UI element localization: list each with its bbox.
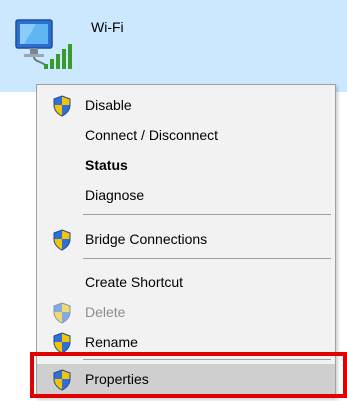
menu-item-properties[interactable]: Properties <box>37 364 335 394</box>
uac-shield-icon <box>52 95 72 117</box>
adapter-name: Wi-Fi <box>91 19 124 35</box>
menu-item-label: Connect / Disconnect <box>85 127 219 143</box>
menu-separator <box>83 359 331 360</box>
uac-shield-icon <box>52 302 72 324</box>
menu-item-label: Status <box>85 157 128 173</box>
menu-item-label: Rename <box>85 334 138 350</box>
menu-item-disable[interactable]: Disable <box>37 90 335 120</box>
menu-item-bridge-connections[interactable]: Bridge Connections <box>37 224 335 254</box>
uac-shield-icon <box>52 229 72 251</box>
menu-separator <box>83 214 331 215</box>
menu-item-label: Diagnose <box>85 187 145 203</box>
menu-item-diagnose[interactable]: Diagnose <box>37 180 335 210</box>
menu-item-delete[interactable]: Delete <box>37 297 335 327</box>
context-menu: Disable Connect / Disconnect Status Diag… <box>36 84 336 398</box>
menu-item-create-shortcut[interactable]: Create Shortcut <box>37 267 335 297</box>
menu-item-connect-disconnect[interactable]: Connect / Disconnect <box>37 120 335 150</box>
menu-item-label: Disable <box>85 97 132 113</box>
menu-item-label: Delete <box>85 304 126 320</box>
uac-shield-icon <box>52 369 72 391</box>
network-wifi-icon <box>14 14 76 72</box>
menu-item-status[interactable]: Status <box>37 150 335 180</box>
menu-item-rename[interactable]: Rename <box>37 327 335 357</box>
adapter-tile-wifi[interactable]: Wi-Fi <box>0 0 347 92</box>
menu-item-label: Create Shortcut <box>85 274 184 290</box>
menu-item-label: Properties <box>85 371 149 387</box>
uac-shield-icon <box>52 332 72 354</box>
menu-item-label: Bridge Connections <box>85 231 208 247</box>
menu-separator <box>83 258 331 259</box>
